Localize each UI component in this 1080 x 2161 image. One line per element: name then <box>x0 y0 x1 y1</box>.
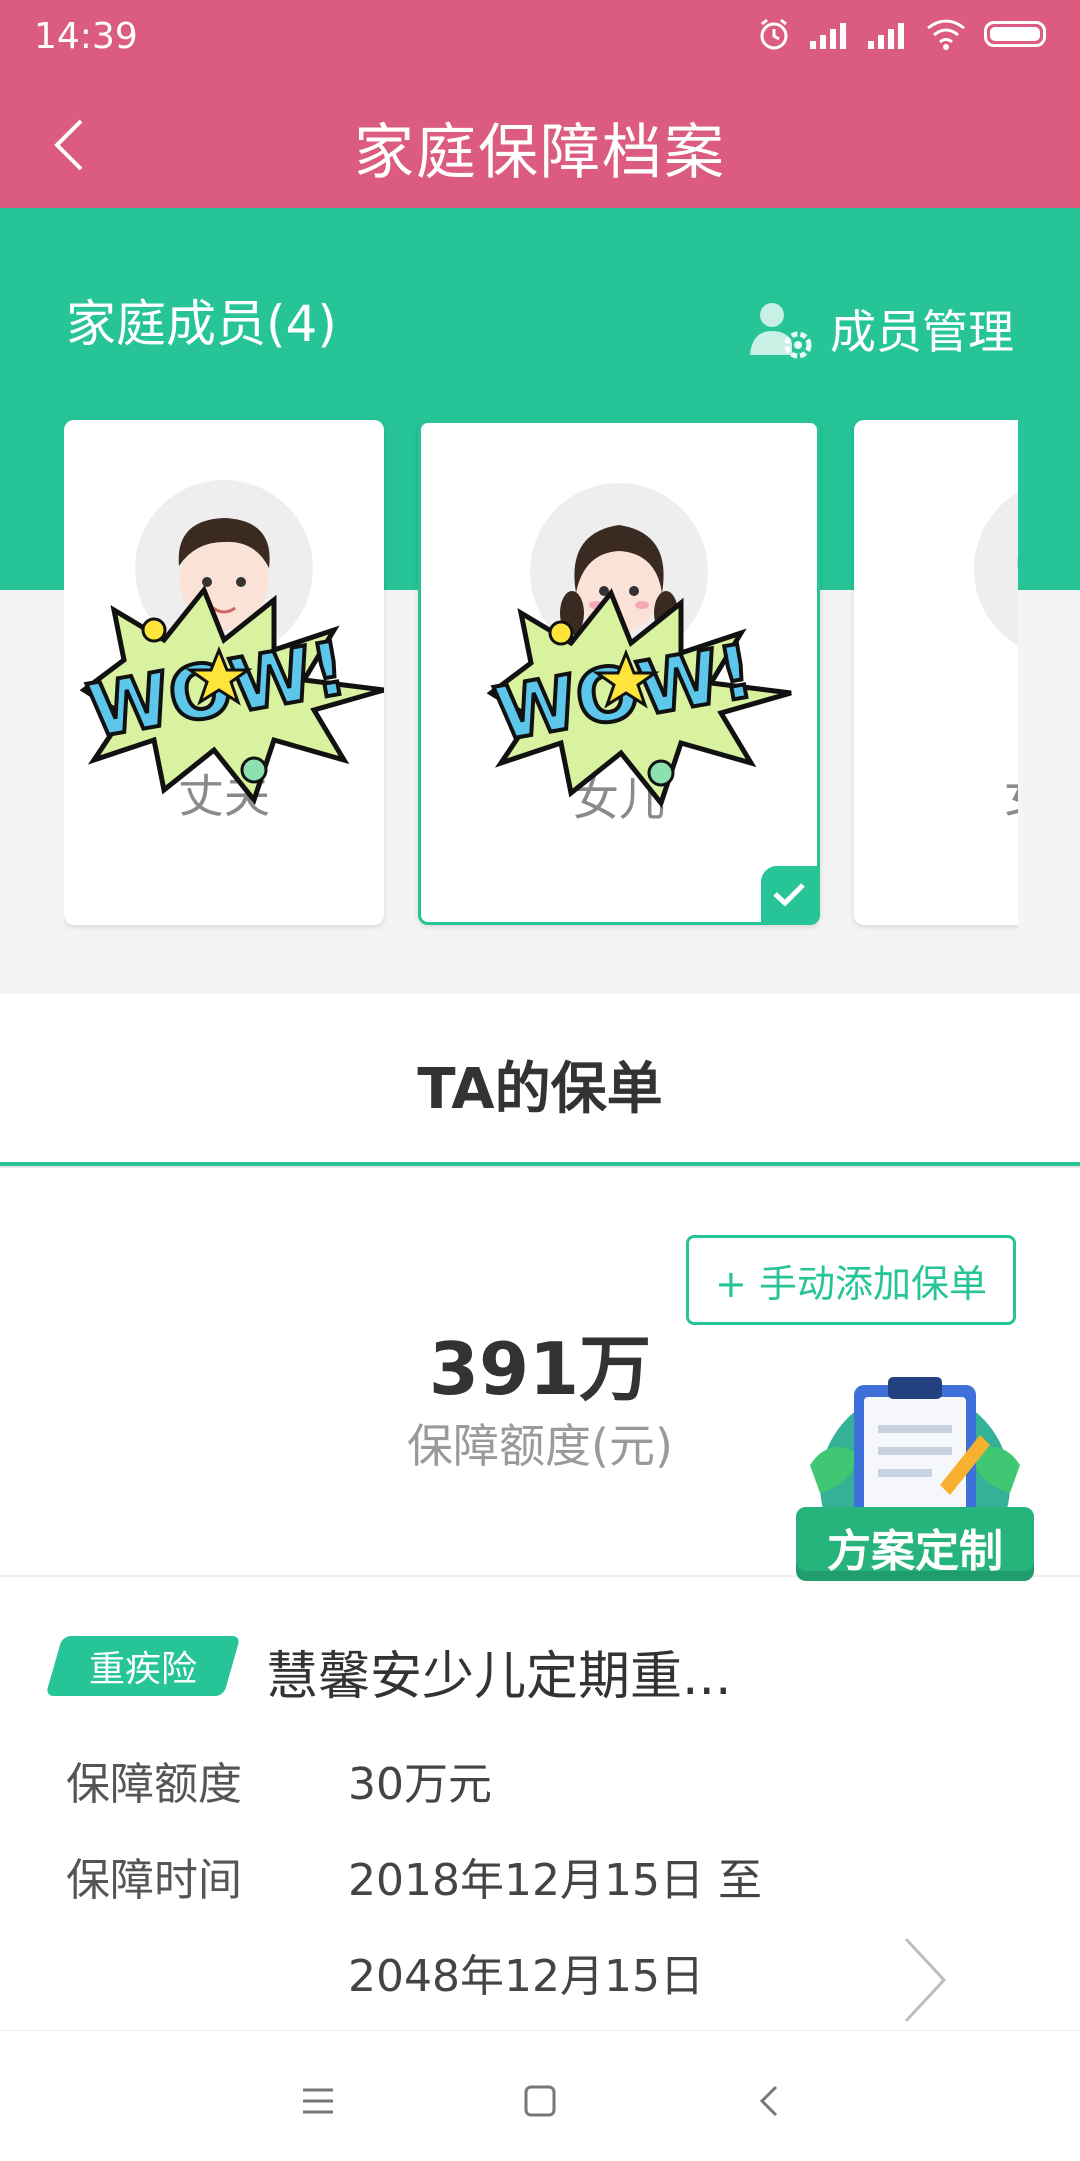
alarm-icon <box>760 18 788 50</box>
wow-sticker-icon: WOW! <box>486 588 792 809</box>
app-header: 家庭保障档案 <box>0 80 1080 208</box>
coverage-amount-value: 30万元 <box>348 1759 492 1810</box>
custom-plan-label: 方案定制 <box>827 1526 1003 1577</box>
member-card-daughter[interactable]: 女儿 WOW! <box>418 420 820 925</box>
policy-type-badge: 重疾险 <box>45 1636 241 1696</box>
coverage-period-start: 2018年12月15日 至 <box>348 1855 762 1906</box>
user-settings-icon <box>750 303 812 359</box>
signal-icon <box>868 19 908 49</box>
member-card-third[interactable]: 女 <box>854 420 1018 925</box>
custom-plan-button[interactable]: 方案定制 <box>790 1375 1040 1605</box>
avatar <box>974 480 1018 658</box>
member-avatar-icon <box>1017 557 1018 570</box>
checkmark-icon <box>773 883 805 907</box>
member-management-button[interactable]: 成员管理 <box>748 296 1014 362</box>
nav-home-button[interactable] <box>510 2071 570 2131</box>
status-time: 14:39 <box>34 16 138 57</box>
battery-icon <box>984 21 1046 47</box>
nav-menu-button[interactable] <box>288 2071 348 2131</box>
signal-icon <box>810 19 850 49</box>
coverage-period-end: 2048年12月15日 <box>348 1951 704 2002</box>
members-title: 家庭成员(4) <box>66 295 337 353</box>
home-square-icon <box>524 2085 556 2117</box>
divider <box>0 1166 1080 1168</box>
status-icons <box>756 16 1046 52</box>
system-nav-bar <box>0 2030 1080 2161</box>
coverage-amount-label: 保障额度 <box>66 1759 242 1810</box>
page-title: 家庭保障档案 <box>354 118 726 188</box>
member-name: 女 <box>1004 760 1018 826</box>
wifi-icon <box>927 19 965 50</box>
policy-name[interactable]: 慧馨安少儿定期重... <box>266 1634 732 1709</box>
back-triangle-icon <box>759 2085 778 2117</box>
status-bar: 14:39 <box>0 0 1080 80</box>
selected-check-badge <box>761 866 817 922</box>
policy-detail-button[interactable] <box>900 1935 950 2029</box>
policy-type-label: 重疾险 <box>88 1649 197 1690</box>
coverage-period-label: 保障时间 <box>66 1855 242 1906</box>
chevron-right-icon <box>904 1937 947 2023</box>
menu-icon <box>303 2088 333 2114</box>
member-carousel[interactable]: 丈夫 WOW! 女儿 WOW! <box>64 410 1018 950</box>
tab-policies[interactable]: TA的保单 <box>0 1044 1080 1125</box>
wow-sticker-icon: WOW! <box>79 585 384 806</box>
member-card-husband[interactable]: 丈夫 WOW! <box>64 420 384 925</box>
nav-back-button[interactable] <box>738 2071 798 2131</box>
member-management-label: 成员管理 <box>830 305 1014 359</box>
